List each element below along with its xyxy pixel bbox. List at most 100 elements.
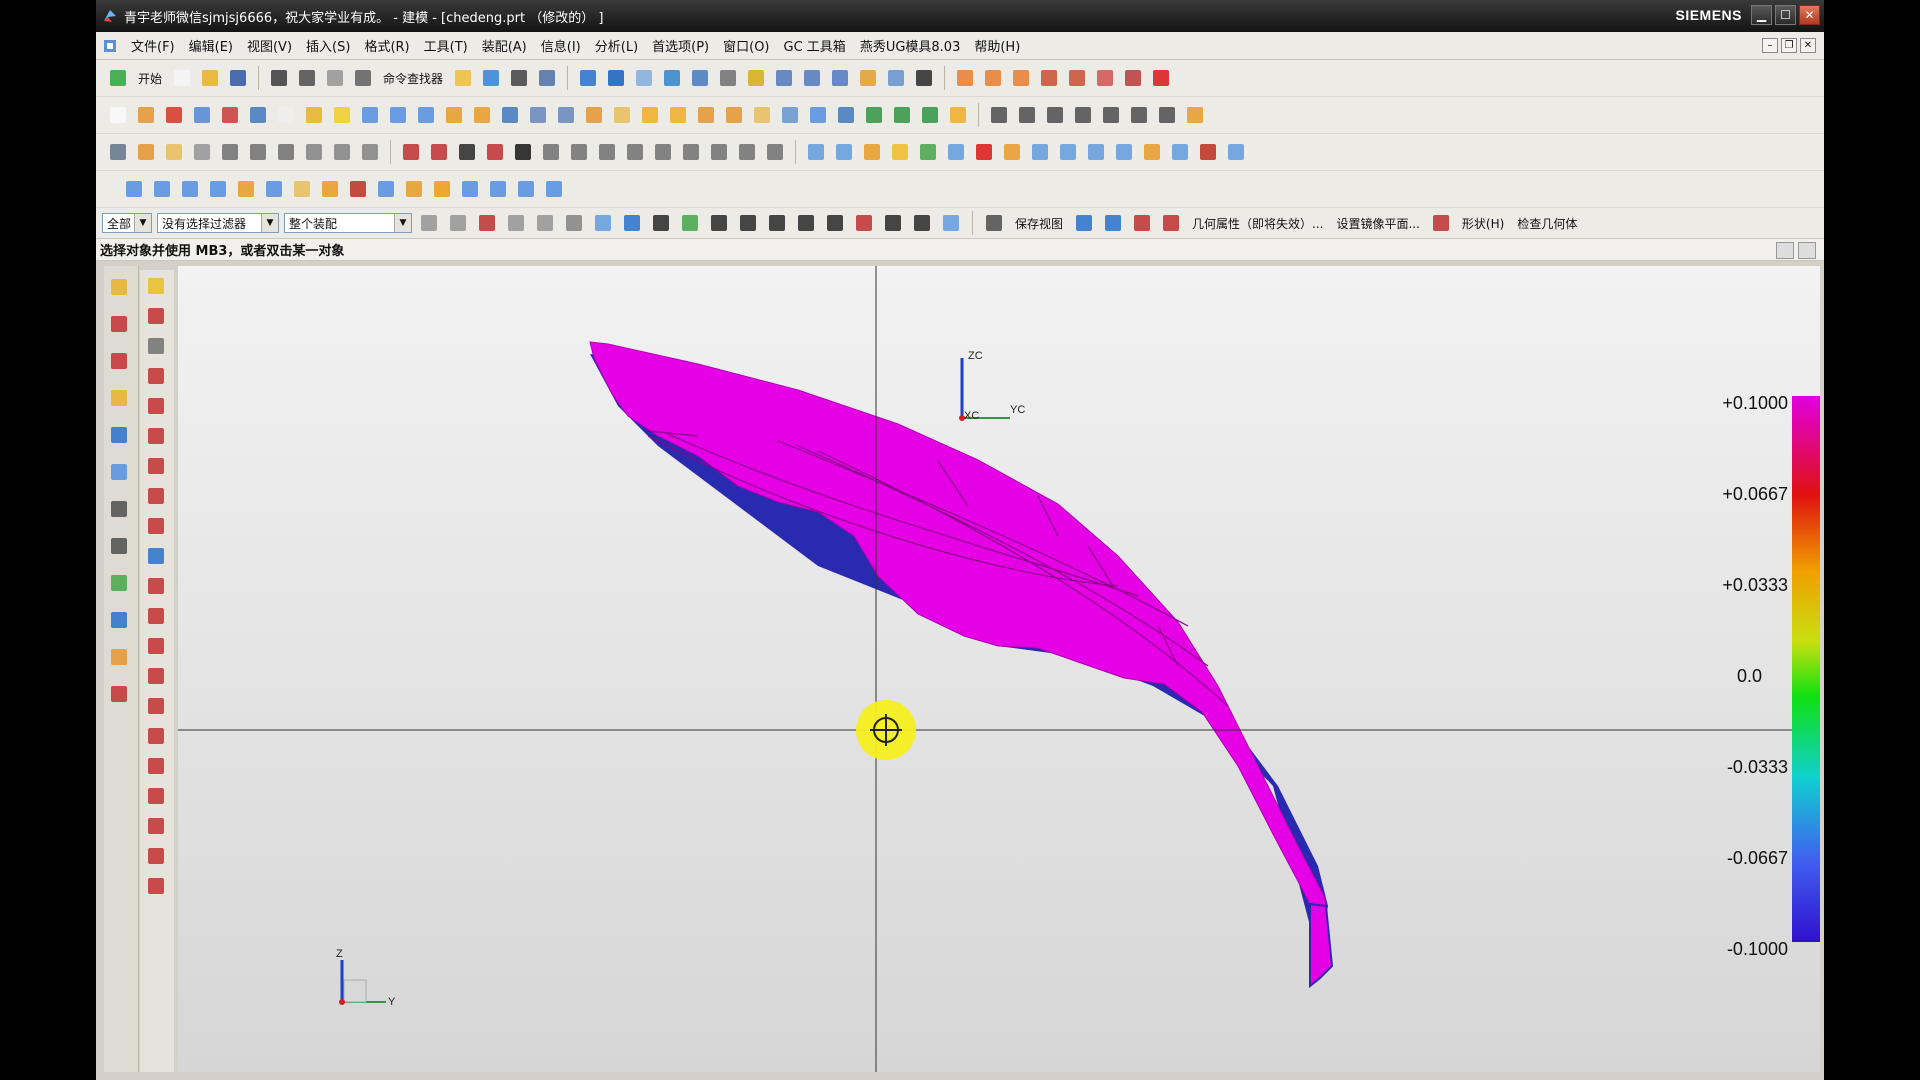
assembly-navigator-icon[interactable]	[107, 275, 135, 303]
close-button[interactable]: ✕	[1799, 5, 1820, 25]
menu-gc-toolbox[interactable]: GC 工具箱	[777, 36, 853, 55]
roles-icon[interactable]	[107, 571, 135, 599]
curve-tool-icon[interactable]	[1127, 103, 1151, 127]
mirror-feature-icon[interactable]	[778, 103, 802, 127]
intersect-icon[interactable]	[554, 103, 578, 127]
palette-icon[interactable]	[107, 682, 135, 710]
pattern-icon[interactable]	[750, 103, 774, 127]
surface-tool-icon[interactable]	[458, 177, 482, 201]
save-view-button[interactable]: 保存视图	[1015, 215, 1063, 232]
edge-blend-icon[interactable]	[582, 103, 606, 127]
shell-icon[interactable]	[638, 103, 662, 127]
surface-tool-icon[interactable]	[122, 177, 146, 201]
replace-face-icon[interactable]	[834, 103, 858, 127]
background-icon[interactable]	[912, 66, 936, 90]
mold-tool-icon[interactable]	[1121, 66, 1145, 90]
view-top-icon[interactable]	[800, 66, 824, 90]
model-view[interactable]	[178, 266, 1820, 1072]
move-face-icon[interactable]	[890, 103, 914, 127]
selection-tool-icon[interactable]	[446, 211, 470, 235]
system-materials-icon[interactable]	[107, 608, 135, 636]
curve-tool-icon[interactable]	[1155, 103, 1179, 127]
extract-curve-icon[interactable]	[763, 140, 787, 164]
bridge-curve-icon[interactable]	[651, 140, 675, 164]
polygon-icon[interactable]	[567, 140, 591, 164]
title-bar[interactable]: 青宇老师微信sjmjsj6666，祝大家学业有成。 - 建模 - [cheden…	[96, 0, 1824, 32]
vertical-tool-icon[interactable]	[144, 304, 170, 330]
offset-face-icon[interactable]	[694, 103, 718, 127]
curve-tool-icon[interactable]	[1183, 103, 1207, 127]
extract-icon[interactable]	[806, 103, 830, 127]
selection-tool-icon[interactable]	[533, 211, 557, 235]
menu-tools[interactable]: 工具(T)	[417, 36, 475, 55]
vertical-tool-icon[interactable]	[144, 814, 170, 840]
check-geometry-button[interactable]: 检查几何体	[1517, 215, 1577, 232]
mold-tool-icon[interactable]	[1065, 66, 1089, 90]
selection-tool-icon[interactable]	[417, 211, 441, 235]
curve-tool-icon[interactable]	[1099, 103, 1123, 127]
clock-icon[interactable]	[107, 497, 135, 525]
mold-tool-icon[interactable]	[981, 66, 1005, 90]
snap-quadrant-icon[interactable]	[852, 211, 876, 235]
vertical-tool-icon[interactable]	[144, 514, 170, 540]
menu-assembly[interactable]: 装配(A)	[475, 36, 534, 55]
layer-icon[interactable]	[856, 66, 880, 90]
line-icon[interactable]	[399, 140, 423, 164]
mold-tool-icon[interactable]	[1009, 66, 1033, 90]
rectangle-select-icon[interactable]	[562, 211, 586, 235]
point-icon[interactable]	[134, 140, 158, 164]
arc-icon[interactable]	[427, 140, 451, 164]
slot-icon[interactable]	[302, 103, 326, 127]
zoom-icon[interactable]	[604, 66, 628, 90]
assembly-scope-dropdown[interactable]: 整个装配 ▼	[284, 213, 412, 233]
draft-icon[interactable]	[666, 103, 690, 127]
vertical-tool-icon[interactable]	[144, 274, 170, 300]
vertical-tool-icon[interactable]	[144, 454, 170, 480]
pull-face-icon[interactable]	[918, 103, 942, 127]
mold-stand-icon[interactable]	[944, 140, 968, 164]
menu-analysis[interactable]: 分析(L)	[588, 36, 645, 55]
section-curve-icon[interactable]	[735, 140, 759, 164]
hole-icon[interactable]	[190, 103, 214, 127]
mold-angle-icon[interactable]	[1168, 140, 1192, 164]
menu-window[interactable]: 窗口(O)	[716, 36, 776, 55]
doc-restore-button[interactable]: ❐	[1781, 38, 1797, 53]
pocket-icon[interactable]	[246, 103, 270, 127]
minimize-button[interactable]: ▁	[1751, 5, 1772, 25]
mold-tool-icon[interactable]	[953, 66, 977, 90]
snap-point-icon[interactable]	[475, 211, 499, 235]
surface-tool-icon[interactable]	[486, 177, 510, 201]
datum-csys-icon[interactable]	[274, 140, 298, 164]
surface-tool-icon[interactable]	[206, 177, 230, 201]
vertical-tool-icon[interactable]	[144, 754, 170, 780]
delete-icon[interactable]	[267, 66, 291, 90]
mold-lifter-icon[interactable]	[1112, 140, 1136, 164]
vertical-tool-icon[interactable]	[144, 394, 170, 420]
mold-pin-icon[interactable]	[1056, 140, 1080, 164]
chamfer-icon[interactable]	[610, 103, 634, 127]
vertical-tool-icon[interactable]	[144, 484, 170, 510]
geometry-properties-icon[interactable]	[1159, 211, 1183, 235]
surface-tool-icon[interactable]	[514, 177, 538, 201]
rectangle-icon[interactable]	[455, 140, 479, 164]
undo-icon[interactable]	[295, 66, 319, 90]
snap-face-icon[interactable]	[939, 211, 963, 235]
set-mirror-plane-button[interactable]: 设置镜像平面...	[1336, 215, 1419, 232]
menu-edit[interactable]: 编辑(E)	[182, 36, 240, 55]
project-curve-icon[interactable]	[679, 140, 703, 164]
measure-icon[interactable]	[535, 66, 559, 90]
text-icon[interactable]	[511, 140, 535, 164]
vertical-tool-icon[interactable]	[144, 604, 170, 630]
curve-tool-icon[interactable]	[1043, 103, 1067, 127]
vertical-tool-icon[interactable]	[144, 844, 170, 870]
mold-color-grid-icon[interactable]	[916, 140, 940, 164]
shaded-icon[interactable]	[620, 211, 644, 235]
surface-tool-icon[interactable]	[542, 177, 566, 201]
mold-text-icon[interactable]	[804, 140, 828, 164]
intersect-curve-icon[interactable]	[707, 140, 731, 164]
snap-tangent-icon[interactable]	[736, 211, 760, 235]
menu-yanxiu-mold[interactable]: 燕秀UG模具8.03	[853, 36, 968, 55]
mold-block-icon[interactable]	[860, 140, 884, 164]
vertical-tool-icon[interactable]	[144, 424, 170, 450]
menu-insert[interactable]: 插入(S)	[299, 36, 357, 55]
